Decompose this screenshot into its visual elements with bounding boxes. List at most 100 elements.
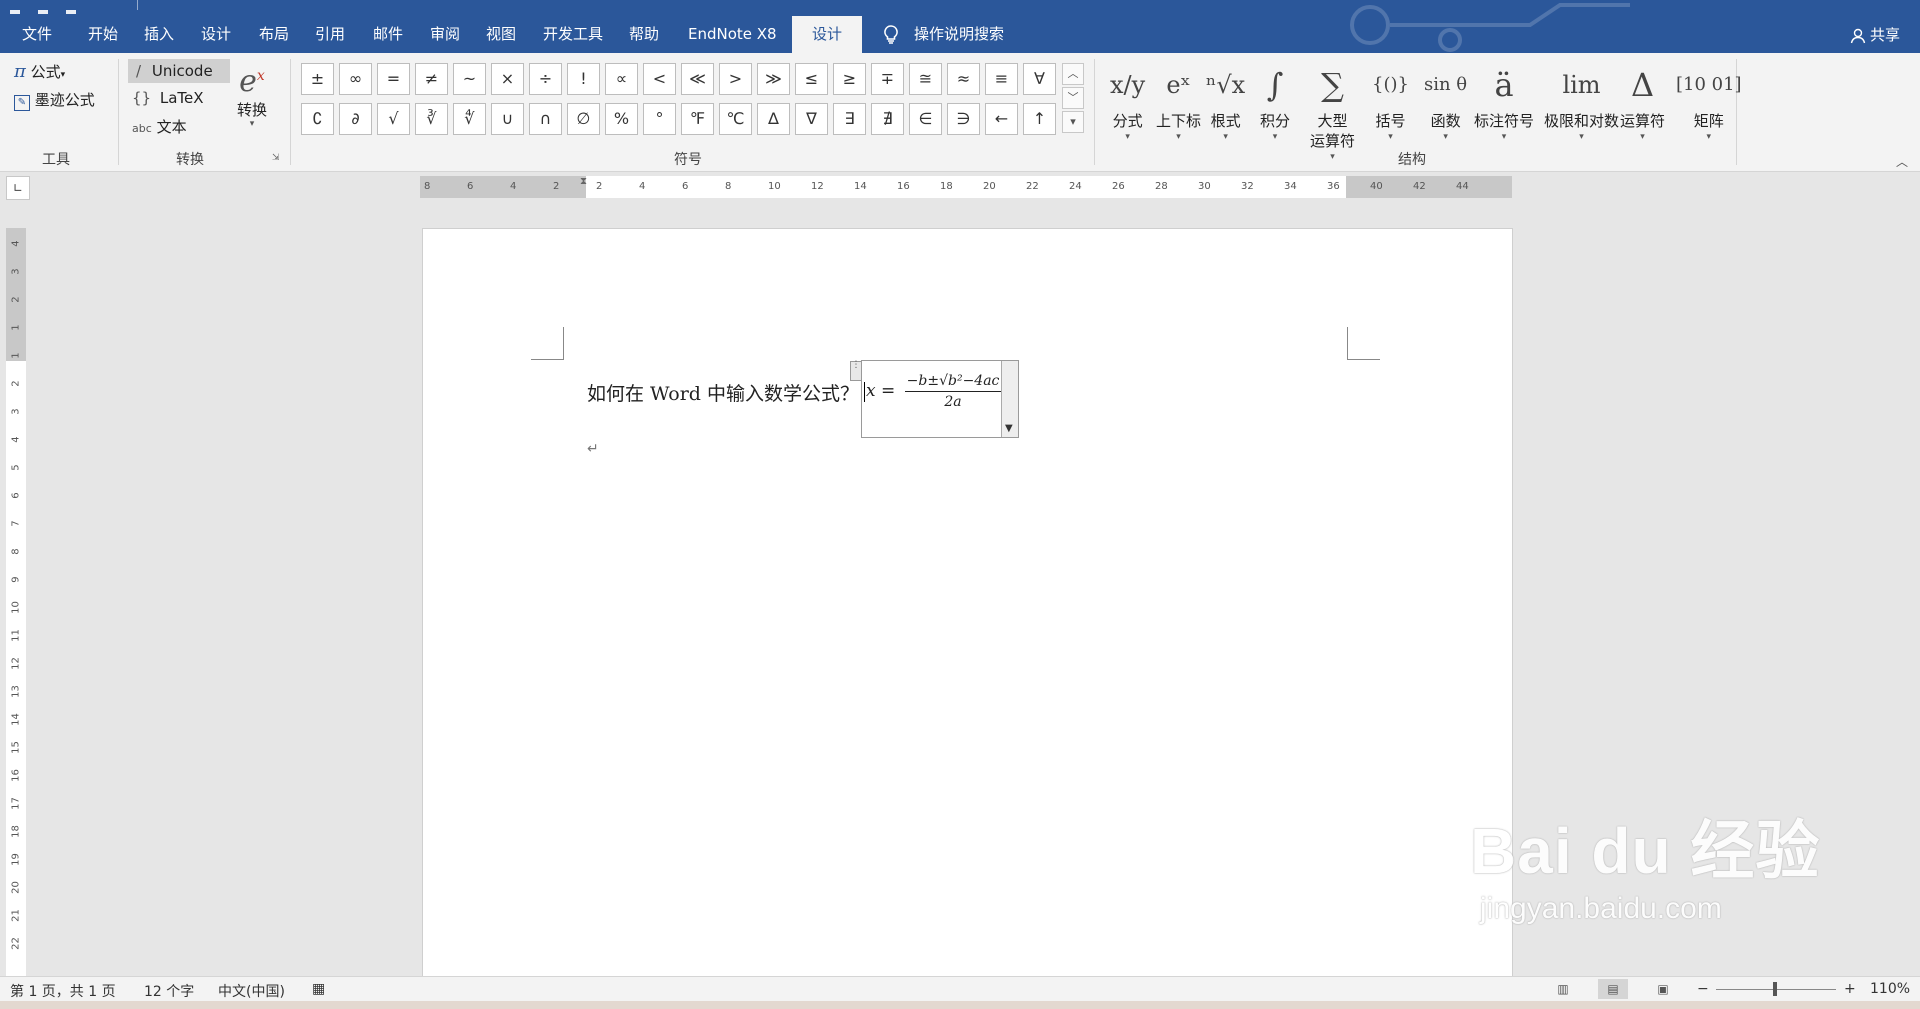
structure-button[interactable]: x/y 分式 ▾ [1110,59,1145,143]
document-paragraph[interactable]: 如何在 Word 中输入数学公式？ [587,379,859,406]
ink-equation-button[interactable]: ✎ 墨迹公式 [14,89,95,111]
equation-handle-icon[interactable]: ⋮ [850,361,862,381]
tab-design[interactable]: 设计 [201,22,231,53]
tab-view[interactable]: 视图 [486,22,516,53]
symbol-button[interactable]: ≥ [833,63,866,95]
equation-container[interactable]: ⋮ x = −b±√b²−4ac 2a ▼ [850,360,1019,438]
ruler-margin-left [420,176,586,198]
symbol-button[interactable]: = [377,63,410,95]
structure-button[interactable]: [10 01] 矩阵 ▾ [1676,59,1742,143]
dialog-launcher-icon[interactable]: ⇲ [272,153,280,163]
structure-button[interactable]: sin θ 函数 ▾ [1424,59,1467,143]
quick-access-toolbar[interactable] [10,0,130,14]
tab-mailings[interactable]: 邮件 [373,22,403,53]
horizontal-ruler[interactable]: ⧗ 8 6 4 2 2 4 6 8 10 12 14 16 18 20 22 24 26 28 30 32 34 36 40… [420,176,1512,198]
tab-references[interactable]: 引用 [315,22,345,53]
symbol-button[interactable]: ∅ [567,103,600,135]
structure-button[interactable]: ⁿ√x 根式 ▾ [1206,59,1245,143]
symbol-button[interactable]: ≅ [909,63,942,95]
symbol-button[interactable]: √ [377,103,410,135]
document-page[interactable]: 如何在 Word 中输入数学公式？ ⋮ x = −b±√b²−4ac 2a ▼ … [422,228,1513,978]
equation-options-button[interactable]: ▼ [1001,361,1018,437]
symbol-button[interactable]: ∈ [909,103,942,135]
symbol-button[interactable]: ∞ [339,63,372,95]
symbol-button[interactable]: ≠ [415,63,448,95]
symbol-button[interactable]: ∂ [339,103,372,135]
zoom-in-button[interactable]: + [1844,981,1856,997]
web-layout-button[interactable]: ▣ [1648,979,1678,999]
symbol-button[interactable]: ≈ [947,63,980,95]
equation[interactable]: x = −b±√b²−4ac 2a [864,373,1002,410]
more-symbols-button[interactable]: ▾ [1062,111,1084,133]
symbol-button[interactable]: ≡ [985,63,1018,95]
structure-button[interactable]: eˣ 上下标 ▾ [1156,59,1201,143]
tab-file[interactable]: 文件 [22,22,52,53]
symbol-button[interactable]: ↑ [1023,103,1056,135]
symbol-button[interactable]: ∝ [605,63,638,95]
symbol-button[interactable]: ∋ [947,103,980,135]
symbol-button[interactable]: ≤ [795,63,828,95]
symbol-button[interactable]: ∛ [415,103,448,135]
symbol-button[interactable]: ≪ [681,63,714,95]
tab-layout[interactable]: 布局 [259,22,289,53]
tab-help[interactable]: 帮助 [629,22,659,53]
scroll-up-button[interactable]: ︿ [1062,63,1084,85]
latex-option[interactable]: {} LaTeX [132,89,204,107]
symbol-button[interactable]: ~ [453,63,486,95]
tab-endnote[interactable]: EndNote X8 [688,22,777,53]
structure-button[interactable]: Δ 运算符 ▾ [1620,59,1665,143]
symbol-button[interactable]: ± [301,63,334,95]
indent-marker-icon[interactable]: ⧗ [580,176,587,187]
unicode-option[interactable]: / Unicode [128,59,230,83]
text-option[interactable]: abc 文本 [132,116,187,137]
structure-button[interactable]: lim 极限和对数 ▾ [1544,59,1619,143]
symbol-button[interactable]: ℉ [681,103,714,135]
symbol-button[interactable]: > [719,63,752,95]
zoom-level[interactable]: 110% [1870,981,1910,997]
read-mode-button[interactable]: ▥ [1548,979,1578,999]
search-hint-label: 操作说明搜索 [914,25,1005,43]
structure-button[interactable]: ∫ 积分 ▾ [1260,59,1290,143]
symbol-button[interactable]: ∁ [301,103,334,135]
symbol-button[interactable]: ∇ [795,103,828,135]
symbol-button[interactable]: ℃ [719,103,752,135]
symbol-button[interactable]: % [605,103,638,135]
symbol-button[interactable]: ∀ [1023,63,1056,95]
tab-selector[interactable]: ∟ [6,176,30,200]
macro-record-icon[interactable]: ▦ [312,981,325,997]
symbol-button[interactable]: ! [567,63,600,95]
equation-button[interactable]: π 公式▾ [14,61,65,82]
convert-button[interactable]: ex 转换 ▾ [230,57,274,129]
share-button[interactable]: 共享 [1850,24,1900,46]
symbol-button[interactable]: ∓ [871,63,904,95]
zoom-slider-thumb[interactable] [1773,982,1777,996]
print-layout-button[interactable]: ▤ [1598,979,1628,999]
symbol-button[interactable]: ∄ [871,103,904,135]
structure-button[interactable]: {()} 括号 ▾ [1372,59,1409,143]
symbol-button[interactable]: ∜ [453,103,486,135]
symbol-button[interactable]: ÷ [529,63,562,95]
vertical-ruler[interactable]: 4 3 2 1 1 2 3 4 5 6 7 8 9 10 11 12 13 14 15 16 17 18 19 20 21 22 [6,228,26,976]
tab-insert[interactable]: 插入 [144,22,174,53]
tab-equation-design[interactable]: 设计 [792,16,862,53]
tab-developer[interactable]: 开发工具 [543,22,603,53]
collapse-ribbon-icon[interactable]: ︿ [1896,153,1908,170]
symbol-button[interactable]: < [643,63,676,95]
symbol-button[interactable]: × [491,63,524,95]
tab-review[interactable]: 审阅 [430,22,460,53]
symbol-button[interactable]: ≫ [757,63,790,95]
language-indicator[interactable]: 中文(中国) [218,981,285,1001]
structure-button[interactable]: ∑ 大型 运算符 ▾ [1310,59,1355,163]
symbol-button[interactable]: ← [985,103,1018,135]
symbol-button[interactable]: ∃ [833,103,866,135]
symbol-button[interactable]: ∆ [757,103,790,135]
page-count[interactable]: 第 1 页，共 1 页 [10,981,116,1001]
structure-button[interactable]: ä 标注符号 ▾ [1474,59,1534,143]
zoom-out-button[interactable]: − [1697,981,1709,997]
scroll-down-button[interactable]: ﹀ [1062,87,1084,109]
tab-home[interactable]: 开始 [88,22,118,53]
symbol-button[interactable]: ° [643,103,676,135]
word-count[interactable]: 12 个字 [144,981,194,1001]
symbol-button[interactable]: ∪ [491,103,524,135]
symbol-button[interactable]: ∩ [529,103,562,135]
